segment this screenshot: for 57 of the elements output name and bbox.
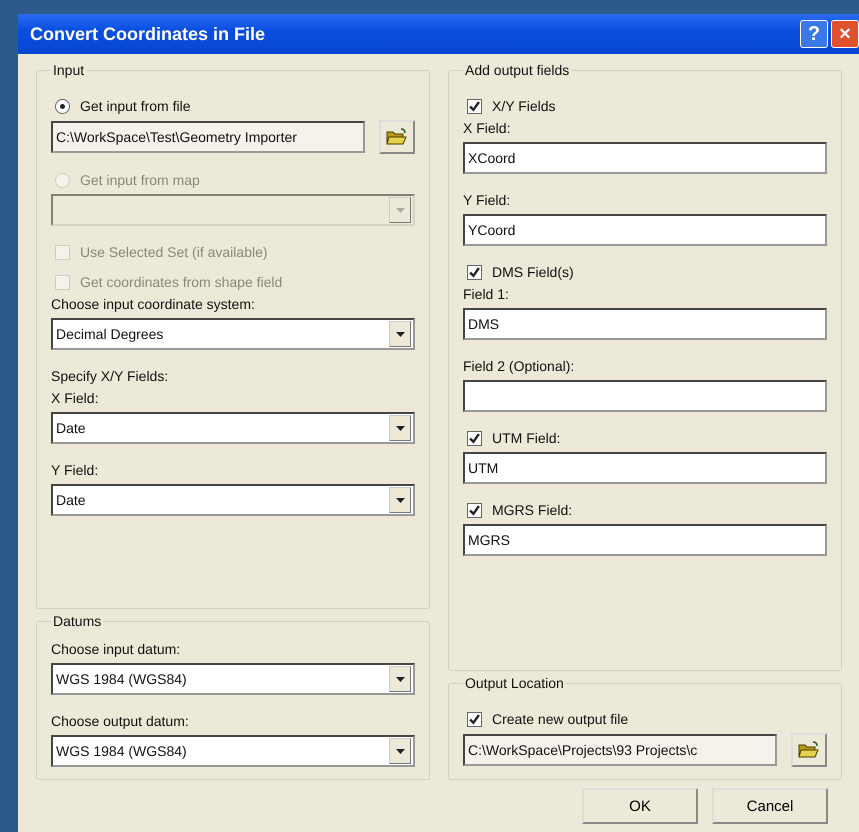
field-label: Specify X/Y Fields: bbox=[51, 368, 168, 384]
checkbox-label: Get coordinates from shape field bbox=[80, 274, 282, 290]
browse-button[interactable] bbox=[791, 733, 827, 767]
checkbox[interactable] bbox=[467, 712, 482, 726]
ok-button[interactable]: OK bbox=[582, 788, 698, 824]
caret-icon bbox=[396, 676, 404, 682]
checkbox-label: X/Y Fields bbox=[492, 98, 556, 114]
group-title: Output Location bbox=[464, 675, 565, 691]
checkbox-label: UTM Field: bbox=[492, 430, 560, 446]
field-label: Choose input datum: bbox=[51, 641, 180, 657]
field-label: X Field: bbox=[51, 390, 98, 406]
dropdown[interactable]: Date bbox=[51, 412, 415, 444]
field-label: Y Field: bbox=[51, 462, 98, 478]
field-label: Field 1: bbox=[463, 286, 509, 302]
group-title: Datums bbox=[52, 613, 102, 629]
browse-button[interactable] bbox=[379, 120, 415, 154]
radio-button[interactable] bbox=[55, 98, 70, 114]
field-label: Field 2 (Optional): bbox=[463, 358, 574, 374]
path-field[interactable]: C:\WorkSpace\Projects\93 Projects\c bbox=[463, 734, 777, 766]
checkbox-label: DMS Field(s) bbox=[492, 264, 574, 280]
caret-icon bbox=[396, 332, 404, 336]
field-label: X Field: bbox=[463, 120, 510, 136]
checkbox-label: Use Selected Set (if available) bbox=[80, 244, 268, 260]
checkbox-label: MGRS Field: bbox=[492, 502, 572, 518]
input-field[interactable]: DMS bbox=[463, 308, 827, 340]
caret-icon bbox=[396, 748, 404, 754]
checkbox[interactable] bbox=[467, 502, 482, 518]
dropdown[interactable]: Decimal Degrees bbox=[51, 318, 415, 350]
window-title: Convert Coordinates in File bbox=[30, 24, 266, 44]
input-field[interactable]: UTM bbox=[463, 452, 827, 484]
field-label: Choose input coordinate system: bbox=[51, 296, 255, 312]
path-field[interactable]: C:\WorkSpace\Test\Geometry Importer bbox=[51, 121, 365, 153]
cancel-button[interactable]: Cancel bbox=[712, 788, 828, 824]
dropdown[interactable]: WGS 1984 (WGS84) bbox=[51, 735, 415, 767]
dropdown[interactable]: WGS 1984 (WGS84) bbox=[51, 663, 415, 695]
field-label: Y Field: bbox=[463, 192, 510, 208]
radio-label: Get input from map bbox=[80, 172, 200, 188]
folder-icon bbox=[386, 128, 408, 146]
input-field[interactable] bbox=[463, 380, 827, 412]
group-title: Add output fields bbox=[464, 62, 570, 78]
caret-icon bbox=[396, 426, 404, 430]
caret-icon bbox=[396, 208, 404, 212]
checkbox[interactable] bbox=[467, 98, 482, 114]
checkbox-label: Create new output file bbox=[492, 711, 628, 727]
input-field[interactable]: XCoord bbox=[463, 142, 827, 174]
radio-label: Get input from file bbox=[80, 98, 190, 114]
input-field[interactable]: YCoord bbox=[463, 214, 827, 246]
input-field[interactable]: MGRS bbox=[463, 524, 827, 556]
checkbox[interactable] bbox=[467, 430, 482, 446]
field-label: Choose output datum: bbox=[51, 713, 189, 729]
folder-icon bbox=[798, 741, 820, 759]
checkbox[interactable] bbox=[467, 264, 482, 280]
caret-icon bbox=[396, 498, 404, 502]
help-button[interactable]: ? bbox=[800, 20, 828, 48]
dropdown[interactable]: Date bbox=[51, 484, 415, 516]
close-button[interactable]: × bbox=[831, 20, 859, 48]
group-title: Input bbox=[52, 62, 86, 78]
